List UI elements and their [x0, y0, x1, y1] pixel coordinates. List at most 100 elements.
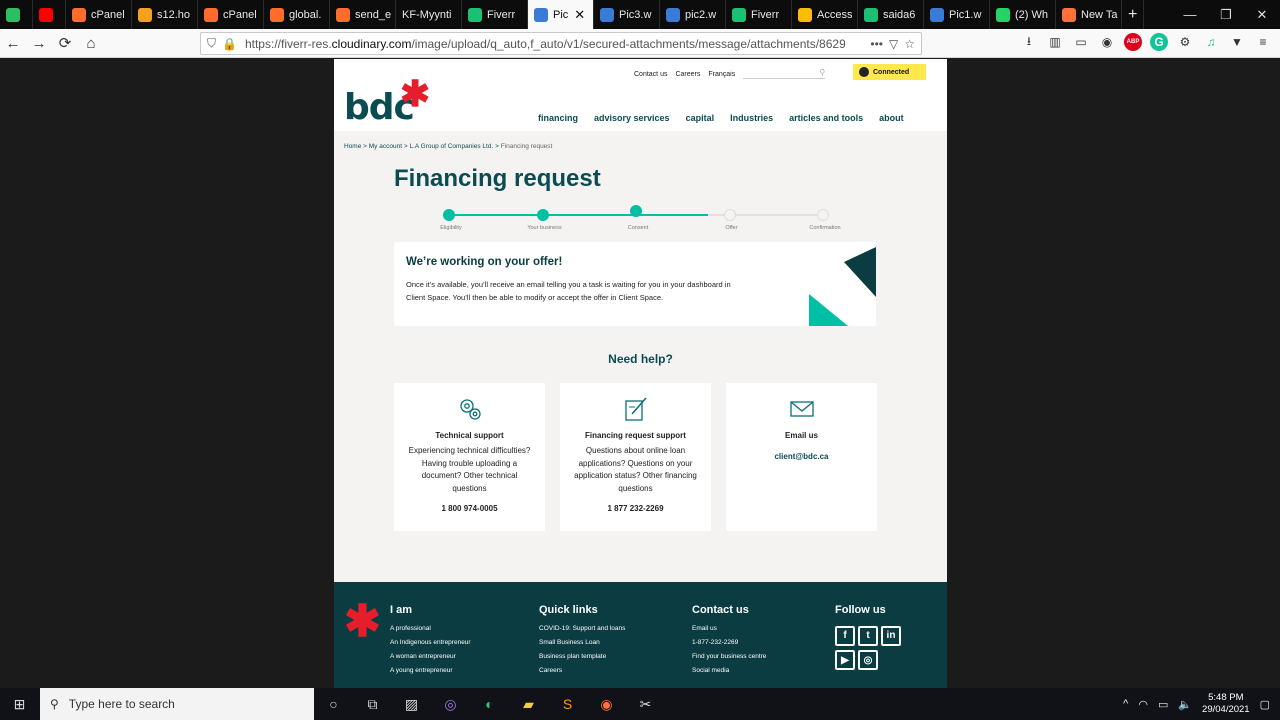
footer-link[interactable]: COVID-19: Support and loans [539, 625, 625, 632]
close-tab-icon[interactable]: ✕ [574, 7, 585, 23]
whatsapp-icon [996, 7, 1010, 22]
windows-start-icon[interactable]: ⊞ [0, 688, 39, 720]
offer-text: Once it’s available, you’ll receive an e… [406, 280, 731, 302]
pocket-icon[interactable]: ▽ [889, 37, 904, 51]
browser-tab[interactable]: pic2.w [660, 0, 726, 29]
extension-icon[interactable]: ⚙ [1176, 33, 1194, 51]
browser-tab[interactable] [33, 0, 66, 29]
reload-icon[interactable]: ⟳ [52, 32, 78, 54]
browser-tab[interactable]: KF-Myynti [396, 0, 462, 29]
minimize-icon[interactable]: — [1172, 7, 1208, 23]
financing-support-phone[interactable]: 1 877 232-2269 [560, 504, 711, 513]
page-actions-icon[interactable]: ••• [870, 37, 889, 51]
youtube-icon[interactable]: ▶ [835, 650, 855, 670]
email-link[interactable]: client@bdc.ca [726, 452, 877, 461]
forward-icon[interactable]: → [26, 32, 52, 54]
careers-link[interactable]: Careers [675, 71, 700, 78]
footer-link[interactable]: Careers [539, 667, 625, 674]
firefox-icon[interactable]: ◉ [587, 688, 626, 720]
browser-tab[interactable]: cPanel [198, 0, 264, 29]
footer-link[interactable]: Email us [692, 625, 766, 632]
browser-tab[interactable]: cPanel [66, 0, 132, 29]
url-bar[interactable]: ⛉ 🔒 https://fiverr-res.cloudinary.com/im… [200, 32, 922, 55]
grammarly-icon[interactable]: G [1150, 33, 1168, 51]
connected-button[interactable]: Connected [853, 64, 926, 80]
close-window-icon[interactable]: ✕ [1244, 7, 1280, 23]
sublime-icon[interactable]: S [548, 688, 587, 720]
adblock-icon[interactable]: ABP [1124, 33, 1142, 51]
footer-link[interactable]: Small Business Loan [539, 639, 625, 646]
twitter-icon[interactable]: t [858, 625, 878, 646]
nav-articles-and-tools[interactable]: articles and tools [789, 113, 863, 123]
step-confirmation-dot [817, 209, 829, 221]
footer-i-am: I am A professional An Indigenous entrep… [390, 604, 471, 681]
taskbar-search-input[interactable]: ⚲ Type here to search [40, 688, 314, 720]
browser-tab[interactable]: global. [264, 0, 330, 29]
edge-icon[interactable]: ◐ [470, 688, 509, 720]
footer-link[interactable]: Social media [692, 667, 766, 674]
account-icon[interactable]: ◉ [1098, 33, 1116, 51]
breadcrumb-company[interactable]: L.A Group of Companies Ltd. [409, 143, 493, 150]
nav-capital[interactable]: capital [686, 113, 715, 123]
browser-tab[interactable]: Pic3.w [594, 0, 660, 29]
breadcrumb-my-account[interactable]: My account [369, 143, 402, 150]
chevron-up-icon[interactable]: ^ [1123, 698, 1128, 710]
cortana-icon[interactable]: ○ [314, 688, 353, 720]
browser-tab[interactable]: Fiverr [726, 0, 792, 29]
nav-industries[interactable]: Industries [730, 113, 773, 123]
footer-link[interactable]: An Indigenous entrepreneur [390, 639, 471, 646]
browser-tab[interactable]: New Ta [1056, 0, 1122, 29]
browser-tab[interactable]: Access [792, 0, 858, 29]
browser-tab[interactable]: Fiverr [462, 0, 528, 29]
firefox-icon [1062, 7, 1076, 22]
footer-quick-links: Quick links COVID-19: Support and loans … [539, 604, 625, 681]
footer-link[interactable]: A woman entrepreneur [390, 653, 471, 660]
music-icon[interactable]: ♫ [1202, 33, 1220, 51]
nav-financing[interactable]: financing [538, 113, 578, 123]
footer-link[interactable]: A professional [390, 625, 471, 632]
volume-icon[interactable]: 🔈 [1178, 698, 1192, 711]
breadcrumb-home[interactable]: Home [344, 143, 361, 150]
contact-us-link[interactable]: Contact us [634, 71, 667, 78]
browser-tab[interactable]: s12.ho [132, 0, 198, 29]
wifi-icon[interactable]: ◠ [1138, 698, 1148, 711]
facebook-icon[interactable]: f [835, 625, 855, 646]
linkedin-icon[interactable]: in [881, 625, 901, 646]
footer-link[interactable]: Find your business centre [692, 653, 766, 660]
new-tab-button[interactable]: + [1122, 0, 1145, 29]
menu-icon[interactable]: ≡ [1254, 33, 1272, 51]
user-icon [859, 67, 869, 77]
download-icon[interactable]: ⭳ [1020, 33, 1038, 51]
back-icon[interactable]: ← [0, 32, 26, 54]
library-icon[interactable]: ▥ [1046, 33, 1064, 51]
browser-tab[interactable]: Pic1.w [924, 0, 990, 29]
maximize-icon[interactable]: ❐ [1208, 7, 1244, 23]
site-search-input[interactable]: ⚲ [743, 68, 826, 79]
vpn-icon[interactable]: ▼ [1228, 33, 1246, 51]
instagram-icon[interactable]: ◎ [858, 650, 878, 670]
nav-about[interactable]: about [879, 113, 904, 123]
app-purple-icon[interactable]: ◎ [431, 688, 470, 720]
browser-tab[interactable]: saida6 [858, 0, 924, 29]
browser-tab[interactable]: Pic ✕ [528, 0, 594, 29]
clock[interactable]: 5:48 PM 29/04/2021 [1202, 692, 1250, 716]
footer-link[interactable]: Business plan template [539, 653, 625, 660]
nav-advisory-services[interactable]: advisory services [594, 113, 670, 123]
francais-link[interactable]: Français [708, 71, 735, 78]
notifications-icon[interactable]: ▢ [1260, 698, 1270, 711]
file-explorer-icon[interactable]: ▰ [509, 688, 548, 720]
footer-link[interactable]: A young entrepreneur [390, 667, 471, 674]
footer-link[interactable]: 1-877-232-2269 [692, 639, 766, 646]
browser-tab[interactable]: (2) Wh [990, 0, 1056, 29]
technical-support-phone[interactable]: 1 800 974-0005 [394, 504, 545, 513]
reader-icon[interactable]: ▭ [1072, 33, 1090, 51]
battery-icon[interactable]: ▭ [1158, 698, 1168, 711]
home-icon[interactable]: ⌂ [78, 32, 104, 54]
snipping-tool-icon[interactable]: ✂ [626, 688, 665, 720]
browser-tab[interactable]: send_e [330, 0, 396, 29]
bookmark-star-icon[interactable]: ☆ [904, 37, 921, 51]
footer-heading: Follow us [835, 604, 886, 616]
browser-tab[interactable] [0, 0, 33, 29]
photos-app-icon[interactable]: ▨ [392, 688, 431, 720]
task-view-icon[interactable]: ⧉ [353, 688, 392, 720]
